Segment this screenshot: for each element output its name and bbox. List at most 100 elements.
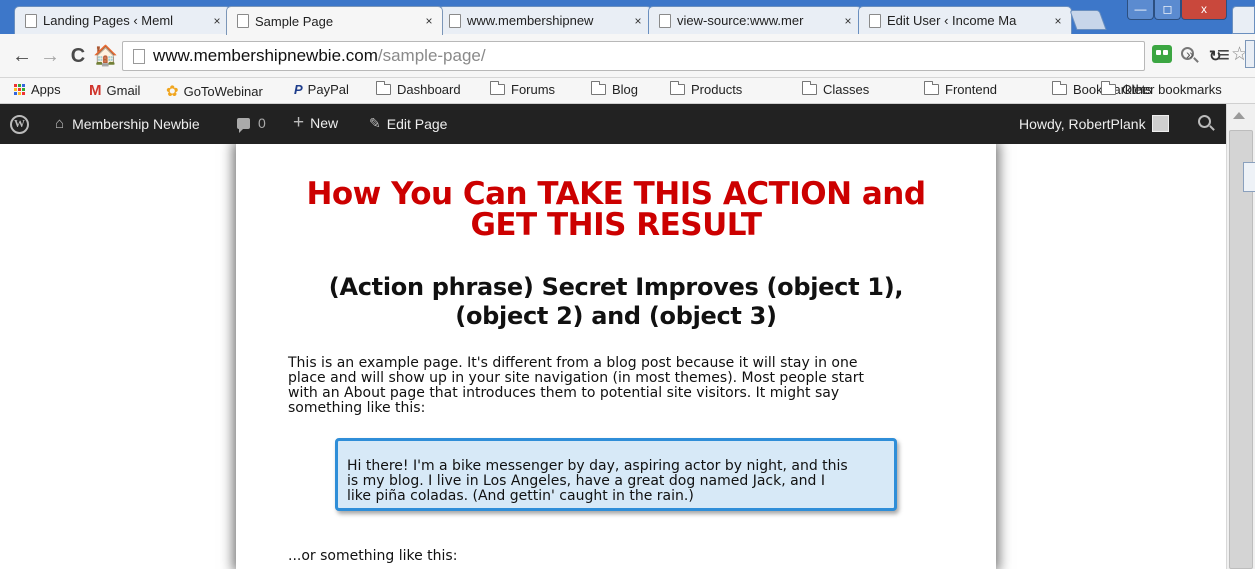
tab-title: Landing Pages ‹ Meml	[43, 13, 174, 28]
apps-grid-icon	[14, 84, 25, 95]
tab-close-icon[interactable]: ×	[420, 14, 438, 28]
bookmark-label: Frontend	[945, 82, 998, 97]
wordpress-admin-bar: W ⌂ Membership Newbie 0 + New ✎ Edit Pag…	[0, 104, 1226, 144]
adjacent-window-edge	[1243, 162, 1255, 192]
bookmark-folder-products[interactable]: Products	[670, 81, 743, 97]
intro-paragraph: This is an example page. It's different …	[288, 356, 948, 416]
gotowebinar-icon: ✿	[166, 83, 179, 100]
subheadline-line: (object 2) and (object 3)	[455, 302, 777, 330]
home-button[interactable]: 🏠	[93, 42, 118, 70]
howdy-greeting: Howdy, RobertPlank	[1019, 115, 1146, 132]
bookmark-folder-dashboard[interactable]: Dashboard	[376, 81, 461, 97]
plus-icon: +	[293, 112, 305, 133]
browser-toolbar: ← → C 🏠 www.membershipnewbie.com/sample-…	[0, 34, 1255, 78]
pencil-icon: ✎	[369, 115, 381, 131]
bookmark-other-bookmarks[interactable]: Other bookmarks	[1101, 81, 1222, 97]
adminbar-edit-page[interactable]: ✎ Edit Page	[369, 115, 447, 132]
page-subheadline: (Action phrase) Secret Improves (object …	[276, 273, 956, 331]
browser-tab-strip: Landing Pages ‹ Meml × Sample Page × www…	[0, 0, 1255, 35]
search-icon[interactable]	[1198, 115, 1211, 128]
browser-menu-button[interactable]: ≡	[1217, 42, 1230, 68]
folder-icon	[376, 81, 391, 95]
tab-close-icon[interactable]: ×	[1049, 14, 1067, 28]
folder-icon	[591, 81, 606, 95]
forward-button[interactable]: →	[38, 42, 62, 70]
bookmark-label: Gmail	[106, 83, 141, 98]
tab-title: view-source:www.mer	[677, 13, 804, 28]
tab-membershipnewbie[interactable]: www.membershipnew ×	[438, 6, 652, 34]
bookmark-label: Dashboard	[397, 82, 461, 97]
bookmark-folder-frontend[interactable]: Frontend	[924, 81, 998, 97]
intro-line: This is an example page. It's different …	[288, 355, 858, 371]
page-favicon-icon	[659, 13, 671, 28]
page-favicon-icon	[869, 13, 881, 28]
page-favicon-icon	[25, 13, 37, 28]
wordpress-logo-icon[interactable]: W	[10, 115, 29, 134]
avatar	[1151, 115, 1169, 132]
folder-icon	[670, 81, 685, 95]
comment-bubble-icon	[237, 117, 250, 133]
paypal-icon: P	[294, 82, 303, 97]
window-maximize-button[interactable]: ◻	[1154, 0, 1181, 20]
address-bar[interactable]: www.membershipnewbie.com/sample-page/ ↻ …	[122, 41, 1248, 71]
comment-count: 0	[258, 115, 266, 131]
intro-line: with an About page that introduces them …	[288, 385, 840, 401]
tab-title: Sample Page	[255, 13, 334, 29]
house-icon: ⌂	[55, 115, 65, 132]
bookmark-label: Forums	[511, 82, 556, 97]
folder-icon	[802, 81, 817, 95]
adminbar-new[interactable]: + New	[293, 112, 339, 133]
reload-button[interactable]: C	[66, 42, 90, 70]
bookmark-gotowebinar[interactable]: ✿ GoToWebinar	[166, 82, 263, 100]
tab-close-icon[interactable]: ×	[629, 14, 647, 28]
page-viewport: How You Can TAKE THIS ACTION and GET THI…	[0, 144, 1226, 569]
intro-line: place and will show up in your site navi…	[288, 370, 864, 386]
adminbar-site-link[interactable]: ⌂ Membership Newbie	[55, 115, 200, 132]
bookmarks-bar: Apps M Gmail ✿ GoToWebinar P PayPal Dash…	[0, 78, 1255, 104]
bookmark-label: GoToWebinar	[183, 83, 263, 99]
folder-icon	[1101, 81, 1116, 95]
folder-icon	[490, 81, 505, 95]
quote-line: is my blog. I live in Los Angeles, have …	[347, 473, 826, 489]
intro-line: something like this:	[288, 400, 426, 416]
extensions-overflow-button[interactable]: »	[1186, 46, 1194, 62]
adminbar-account[interactable]: Howdy, RobertPlank	[1019, 115, 1169, 132]
headline-line: GET THIS RESULT	[470, 207, 762, 243]
page-headline: How You Can TAKE THIS ACTION and GET THI…	[236, 179, 996, 241]
adminbar-comments[interactable]: 0	[237, 115, 266, 133]
tab-view-source[interactable]: view-source:www.mer ×	[648, 6, 862, 34]
bookmark-folder-forums[interactable]: Forums	[490, 81, 556, 97]
bookmark-apps[interactable]: Apps	[14, 82, 61, 97]
tab-sample-page[interactable]: Sample Page ×	[226, 6, 443, 35]
tab-edit-user[interactable]: Edit User ‹ Income Ma ×	[858, 6, 1072, 34]
bookmark-label: PayPal	[307, 82, 349, 97]
tab-title: Edit User ‹ Income Ma	[887, 13, 1017, 28]
page-icon	[133, 48, 145, 64]
site-name: Membership Newbie	[72, 115, 200, 132]
bookmark-gmail[interactable]: M Gmail	[89, 82, 140, 99]
url-host: www.membershipnewbie.com	[153, 46, 378, 65]
new-tab-button[interactable]	[1069, 10, 1107, 30]
window-minimize-button[interactable]: —	[1127, 0, 1154, 20]
tab-landing-pages[interactable]: Landing Pages ‹ Meml ×	[14, 6, 231, 34]
bookmark-label: Products	[691, 82, 743, 97]
back-button[interactable]: ←	[10, 42, 34, 70]
bookmark-folder-classes[interactable]: Classes	[802, 81, 869, 97]
scrollbar-thumb[interactable]	[1229, 130, 1253, 569]
url-path: /sample-page/	[377, 46, 486, 65]
edit-label: Edit Page	[386, 115, 448, 132]
bookmark-paypal[interactable]: P PayPal	[294, 82, 349, 97]
gmail-icon: M	[89, 82, 102, 99]
content-panel: How You Can TAKE THIS ACTION and GET THI…	[236, 144, 996, 569]
extension-robot-icon[interactable]	[1152, 45, 1172, 63]
new-label: New	[310, 115, 339, 131]
tab-close-icon[interactable]: ×	[839, 14, 857, 28]
tab-close-icon[interactable]: ×	[208, 14, 226, 28]
tab-title: www.membershipnew	[467, 13, 594, 28]
bookmark-folder-blog[interactable]: Blog	[591, 81, 638, 97]
adjacent-window-edge	[1245, 40, 1255, 68]
scroll-up-arrow-icon[interactable]	[1233, 112, 1245, 119]
page-favicon-icon	[449, 13, 461, 28]
page-favicon-icon	[237, 14, 249, 28]
window-close-button[interactable]: x	[1181, 0, 1227, 20]
